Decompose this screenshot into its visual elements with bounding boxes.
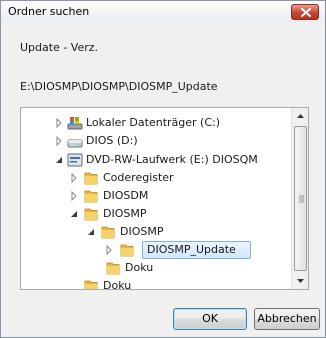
selected-path: E:\DIOSMP\DIOSMP\DIOSMP_Update <box>20 80 218 93</box>
tree-item-label: Coderegister <box>103 171 174 184</box>
drive-icon <box>67 139 83 148</box>
tree-content: Lokaler Datenträger (C:) DIOS (D:) DVD-R… <box>21 108 292 289</box>
tree-item-label: Doku <box>125 261 154 274</box>
folder-icon <box>84 208 98 221</box>
expanded-arrow-icon[interactable] <box>54 155 64 165</box>
close-button[interactable] <box>291 4 319 20</box>
tree-item-label: DIOS (D:) <box>86 134 138 147</box>
tree-item-label: DIOSMP <box>120 225 164 238</box>
folder-tree[interactable]: Lokaler Datenträger (C:) DIOS (D:) DVD-R… <box>20 107 309 290</box>
collapsed-arrow-icon[interactable] <box>54 136 64 146</box>
folder-icon <box>84 190 98 203</box>
tree-item[interactable]: DVD-RW-Laufwerk (E:) DIOSQM <box>21 151 292 169</box>
tree-item-label: Doku <box>103 279 132 290</box>
tree-item[interactable]: Doku <box>21 277 292 290</box>
collapsed-arrow-icon[interactable] <box>69 173 79 183</box>
scroll-up-icon[interactable] <box>292 108 309 125</box>
tree-item[interactable]: DIOSDM <box>21 187 292 205</box>
folder-icon <box>106 262 120 275</box>
folder-icon <box>84 280 98 289</box>
folder-icon <box>84 172 98 185</box>
tree-item[interactable]: DIOSMP <box>21 205 292 223</box>
ok-button[interactable]: OK <box>173 308 247 330</box>
scroll-down-icon[interactable] <box>292 272 309 289</box>
tree-item[interactable]: Doku <box>21 259 292 277</box>
grip-icon <box>299 195 304 203</box>
tree-item-label: DIOSMP_Update <box>147 243 236 256</box>
scrollbar-thumb[interactable] <box>294 126 307 271</box>
tree-item[interactable]: Coderegister <box>21 169 292 187</box>
tree-item-selected[interactable]: DIOSMP_Update <box>21 241 292 259</box>
vertical-scrollbar[interactable] <box>291 108 308 289</box>
collapsed-arrow-icon[interactable] <box>104 245 114 255</box>
tree-item-label: DIOSDM <box>103 189 149 202</box>
local-disk-icon <box>67 117 83 130</box>
expanded-arrow-icon[interactable] <box>69 209 79 219</box>
expanded-arrow-icon[interactable] <box>86 227 96 237</box>
folder-browser-dialog: Ordner suchen Update - Verz. E:\DIOSMP\D… <box>0 0 326 338</box>
collapsed-arrow-icon[interactable] <box>69 191 79 201</box>
tree-item-label: DIOSMP <box>103 207 147 220</box>
folder-icon <box>101 226 115 239</box>
tree-item[interactable]: DIOS (D:) <box>21 132 292 150</box>
folder-icon <box>120 244 134 257</box>
dvd-drive-icon <box>67 153 83 167</box>
cancel-button[interactable]: Abbrechen <box>254 308 320 330</box>
tree-item[interactable]: DIOSMP <box>21 223 292 241</box>
title-bar[interactable]: Ordner suchen <box>1 1 325 23</box>
tree-item[interactable]: Lokaler Datenträger (C:) <box>21 114 292 132</box>
collapsed-arrow-icon[interactable] <box>54 118 64 128</box>
tree-item-label: DVD-RW-Laufwerk (E:) DIOSQM <box>86 153 258 166</box>
dialog-description: Update - Verz. <box>20 41 99 54</box>
tree-item-label: Lokaler Datenträger (C:) <box>86 116 221 129</box>
close-icon <box>301 8 311 17</box>
window-title: Ordner suchen <box>8 5 90 18</box>
